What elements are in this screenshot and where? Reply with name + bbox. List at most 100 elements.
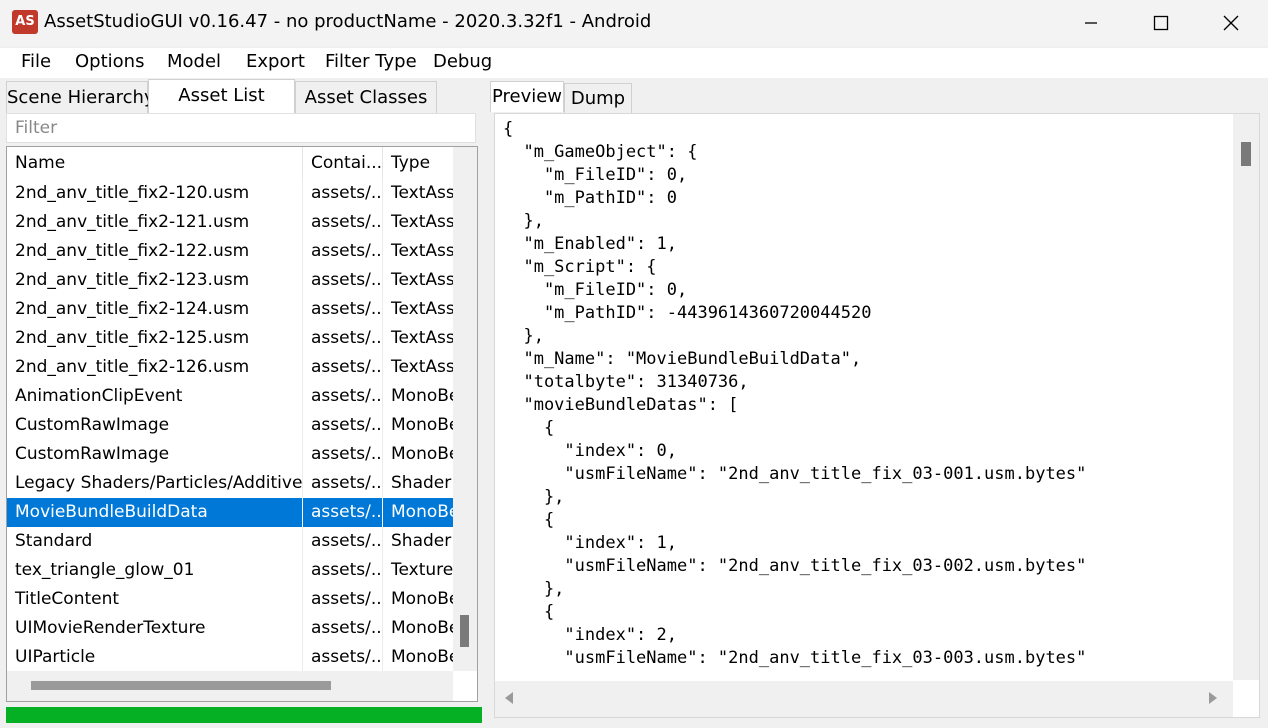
scroll-right-arrow-icon[interactable] (1209, 692, 1217, 704)
table-row[interactable]: CustomRawImageassets/... MonoBehaviour (7, 411, 453, 440)
tab-preview[interactable]: Preview (490, 81, 564, 112)
taskbar-edge (0, 724, 1268, 728)
title-bar[interactable]: AS AssetStudioGUI v0.16.47 - no productN… (0, 0, 1268, 46)
close-icon (1223, 15, 1239, 31)
cell-type: MonoBehaviour (391, 444, 453, 464)
table-row[interactable]: tex_triangle_glow_01assets/... Texture2D (7, 556, 453, 585)
menu-bar: File Options Model Export Filter Type De… (0, 48, 1268, 78)
menu-model[interactable]: Model (167, 51, 221, 72)
asset-list: Name Contai... Type 2nd_anv_title_fix2-1… (6, 146, 478, 702)
close-button[interactable] (1196, 0, 1266, 46)
cell-type: TextAsset (391, 299, 453, 319)
cell-name: 2nd_anv_title_fix2-120.usm (7, 179, 303, 208)
menu-filter-type[interactable]: Filter Type (325, 51, 417, 72)
scroll-left-arrow-icon[interactable] (505, 692, 513, 704)
cell-name: 2nd_anv_title_fix2-122.usm (7, 237, 303, 266)
maximize-button[interactable] (1126, 0, 1196, 46)
table-row[interactable]: 2nd_anv_title_fix2-120.usm assets/... Text… (7, 179, 453, 208)
table-row[interactable]: 2nd_anv_title_fix2-121.usm assets/... Text… (7, 208, 453, 237)
table-row[interactable]: MovieBundleBuildDataassets/... MonoBehavi… (7, 498, 453, 527)
dump-vertical-scrollbar[interactable] (1233, 114, 1259, 680)
cell-container: assets/... (303, 266, 383, 295)
cell-container: assets/... (303, 585, 383, 614)
cell-name: AnimationClipEvent (7, 382, 303, 411)
cell-name: 2nd_anv_title_fix2-124.usm (7, 295, 303, 324)
table-row[interactable]: 2nd_anv_title_fix2-125.usm assets/... Text… (7, 324, 453, 353)
column-header-type[interactable]: Type (383, 147, 453, 179)
table-row[interactable]: CustomRawImageassets/... MonoBehaviour (7, 440, 453, 469)
table-row[interactable]: UIMovieRenderTextureassets/... MonoBehavi… (7, 614, 453, 643)
tab-dump[interactable]: Dump (564, 83, 632, 114)
table-row[interactable]: Legacy Shaders/Particles/Additive assets/… (7, 469, 453, 498)
menu-options[interactable]: Options (75, 51, 144, 72)
cell-container: assets/... (303, 324, 383, 353)
table-row[interactable]: TitleContentassets/... MonoBehaviour (7, 585, 453, 614)
cell-container: assets/... (303, 614, 383, 643)
tab-scene-hierarchy[interactable]: Scene Hierarchy (6, 81, 155, 114)
cell-type: MonoBehaviour (391, 589, 453, 609)
maximize-icon (1153, 15, 1169, 31)
cell-type: MonoBehaviour (391, 415, 453, 435)
list-horizontal-scrollbar[interactable] (7, 671, 453, 701)
table-row[interactable]: AnimationClipEventassets/... MonoBehaviou… (7, 382, 453, 411)
cell-container: assets/... (303, 179, 383, 208)
cell-container: assets/... (303, 411, 383, 440)
list-horizontal-scroll-thumb[interactable] (31, 681, 331, 690)
cell-name: 2nd_anv_title_fix2-126.usm (7, 353, 303, 382)
cell-type: MonoBehaviour (391, 647, 453, 667)
cell-container: assets/... (303, 295, 383, 324)
table-row[interactable]: 2nd_anv_title_fix2-126.usm assets/... Text… (7, 353, 453, 382)
column-header-container[interactable]: Contai... (303, 147, 383, 179)
cell-name: CustomRawImage (7, 440, 303, 469)
menu-export[interactable]: Export (246, 51, 305, 72)
filter-box (6, 113, 476, 143)
list-vertical-scroll-thumb[interactable] (460, 615, 469, 647)
cell-name: 2nd_anv_title_fix2-121.usm (7, 208, 303, 237)
progress-bar (6, 707, 482, 723)
cell-type: MonoBehaviour (391, 502, 453, 522)
table-row[interactable]: UIParticleassets/... MonoBehaviour (7, 643, 453, 672)
dump-vertical-scroll-thumb[interactable] (1241, 142, 1251, 166)
cell-type: MonoBehaviour (391, 386, 453, 406)
cell-type: TextAsset (391, 212, 453, 232)
cell-type: Texture2D (391, 560, 453, 580)
table-row[interactable]: 2nd_anv_title_fix2-122.usm assets/... Text… (7, 237, 453, 266)
cell-container: assets/... (303, 469, 383, 498)
cell-name: UIParticle (7, 643, 303, 672)
menu-debug[interactable]: Debug (433, 51, 492, 72)
cell-container: assets/... (303, 498, 383, 527)
cell-container: assets/... (303, 556, 383, 585)
dump-text-area[interactable]: { "m_GameObject": { "m_FileID": 0, "m_Pa… (494, 113, 1260, 718)
cell-type: TextAsset (391, 270, 453, 290)
list-header: Name Contai... Type (7, 147, 453, 179)
filter-input[interactable] (7, 114, 475, 142)
cell-name: tex_triangle_glow_01 (7, 556, 303, 585)
cell-name: MovieBundleBuildData (7, 498, 303, 527)
cell-type: MonoBehaviour (391, 618, 453, 638)
dump-horizontal-scrollbar[interactable] (495, 681, 1233, 717)
preview-panel: Preview Dump { "m_GameObject": { "m_File… (488, 80, 1266, 726)
cell-name: 2nd_anv_title_fix2-125.usm (7, 324, 303, 353)
cell-type: TextAsset (391, 183, 453, 203)
cell-name: CustomRawImage (7, 411, 303, 440)
table-row[interactable]: Standard assets/... Shader (7, 527, 453, 556)
tab-asset-list[interactable]: Asset List (148, 79, 295, 114)
cell-container: assets/... (303, 208, 383, 237)
progress-fill (6, 707, 482, 723)
dump-text: { "m_GameObject": { "m_FileID": 0, "m_Pa… (503, 119, 1087, 668)
cell-name: Legacy Shaders/Particles/Additive (7, 469, 303, 498)
window-title: AssetStudioGUI v0.16.47 - no productName… (44, 11, 652, 32)
minimize-button[interactable] (1056, 0, 1126, 46)
app-icon: AS (12, 10, 38, 34)
menu-file[interactable]: File (21, 51, 51, 72)
cell-type: TextAsset (391, 357, 453, 377)
cell-container: assets/... (303, 643, 383, 672)
cell-container: assets/... (303, 382, 383, 411)
cell-container: assets/... (303, 237, 383, 266)
list-vertical-scrollbar[interactable] (453, 147, 477, 671)
table-row[interactable]: 2nd_anv_title_fix2-124.usm assets/... Text… (7, 295, 453, 324)
tab-asset-classes[interactable]: Asset Classes (295, 81, 437, 114)
column-header-name[interactable]: Name (7, 147, 303, 179)
cell-container: assets/... (303, 353, 383, 382)
table-row[interactable]: 2nd_anv_title_fix2-123.usm assets/... Text… (7, 266, 453, 295)
